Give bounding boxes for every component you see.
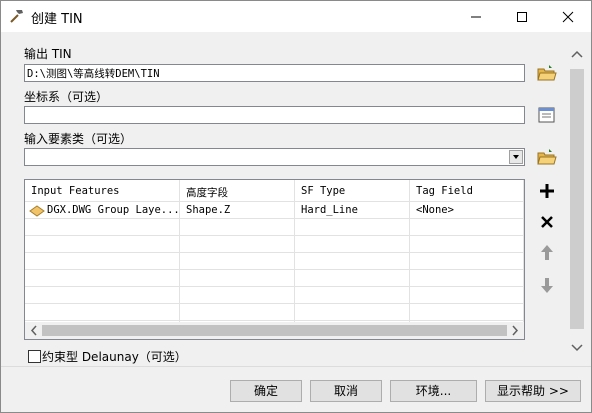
cancel-button[interactable]: 取消 — [310, 380, 382, 402]
empty-cell[interactable] — [25, 253, 180, 270]
column-header-height-field[interactable]: 高度字段 — [180, 180, 295, 202]
environments-button[interactable]: 环境... — [390, 380, 477, 402]
window-title: 创建 TIN — [31, 12, 83, 27]
column-header-input-features[interactable]: Input Features — [25, 180, 180, 202]
combo-dropdown-button[interactable] — [508, 149, 524, 165]
browse-input-button[interactable] — [536, 146, 558, 168]
dialog-content: 输出 TIN D:\测图\等高线转DEM\TIN 坐标系（可选） 输入要素类（可… — [1, 32, 591, 412]
horizontal-scrollbar[interactable] — [25, 322, 524, 339]
empty-cell[interactable] — [180, 270, 295, 287]
create-tin-dialog: 创建 TIN 输出 TIN D:\测图\等高线转DEM\TIN 坐标系（可选） — [0, 0, 592, 413]
plus-icon — [540, 184, 554, 198]
column-header-tag-field[interactable]: Tag Field — [410, 180, 524, 202]
constrained-delaunay-label: 约束型 Delaunay（可选） — [42, 350, 187, 364]
maximize-icon — [517, 12, 527, 22]
close-icon — [562, 11, 574, 23]
open-folder-icon — [537, 65, 557, 81]
scroll-right-icon[interactable] — [508, 322, 522, 339]
table-row-cell-sf-type[interactable]: Hard_Line — [295, 202, 410, 219]
table-row-cell-tag-field[interactable]: <None> — [410, 202, 524, 219]
vertical-scrollbar[interactable] — [568, 42, 586, 357]
layer-diamond-icon — [29, 205, 45, 217]
vertical-scroll-thumb[interactable] — [570, 69, 584, 329]
arrow-down-icon — [541, 278, 553, 293]
show-help-button[interactable]: 显示帮助 >> — [485, 380, 581, 402]
input-features-label: 输入要素类（可选） — [24, 132, 133, 146]
coordinate-system-input[interactable] — [24, 106, 525, 124]
add-row-button[interactable] — [536, 180, 558, 202]
table-cell-text: DGX.DWG Group Laye... — [47, 204, 180, 216]
empty-cell[interactable] — [180, 219, 295, 236]
empty-cell[interactable] — [180, 253, 295, 270]
chevron-down-icon — [513, 155, 519, 159]
empty-cell[interactable] — [295, 287, 410, 304]
empty-cell[interactable] — [180, 287, 295, 304]
column-header-sf-type[interactable]: SF Type — [295, 180, 410, 202]
empty-cell[interactable] — [295, 253, 410, 270]
empty-cell[interactable] — [295, 236, 410, 253]
move-up-button[interactable] — [536, 242, 558, 264]
browse-output-button[interactable] — [536, 62, 558, 84]
table-row-cell-input-features[interactable]: DGX.DWG Group Laye... — [25, 202, 180, 219]
empty-cell[interactable] — [295, 219, 410, 236]
spatial-reference-button[interactable] — [536, 104, 558, 126]
arrow-up-icon — [541, 245, 553, 260]
title-bar: 创建 TIN — [1, 1, 591, 32]
empty-cell[interactable] — [25, 270, 180, 287]
empty-cell[interactable] — [295, 270, 410, 287]
table-row-cell-height-field[interactable]: Shape.Z — [180, 202, 295, 219]
button-bar: 确定 取消 环境... 显示帮助 >> — [1, 366, 591, 412]
minimize-icon — [471, 16, 481, 18]
delete-x-icon — [541, 216, 553, 228]
empty-cell[interactable] — [25, 287, 180, 304]
ok-button[interactable]: 确定 — [230, 380, 302, 402]
empty-cell[interactable] — [410, 304, 524, 321]
empty-cell[interactable] — [180, 304, 295, 321]
maximize-button[interactable] — [499, 1, 545, 32]
empty-cell[interactable] — [410, 270, 524, 287]
empty-cell[interactable] — [410, 236, 524, 253]
coordinate-system-label: 坐标系（可选） — [24, 90, 109, 104]
move-down-button[interactable] — [536, 274, 558, 296]
open-folder-icon — [537, 149, 557, 165]
output-tin-label: 输出 TIN — [24, 47, 72, 61]
hammer-icon — [10, 10, 23, 23]
close-button[interactable] — [545, 1, 591, 32]
properties-icon — [538, 107, 555, 123]
empty-cell[interactable] — [295, 304, 410, 321]
empty-cell[interactable] — [410, 287, 524, 304]
scroll-left-icon[interactable] — [27, 322, 41, 339]
scroll-down-icon[interactable] — [568, 338, 586, 356]
remove-row-button[interactable] — [536, 211, 558, 233]
empty-cell[interactable] — [25, 219, 180, 236]
horizontal-scroll-thumb[interactable] — [42, 325, 507, 336]
empty-cell[interactable] — [25, 236, 180, 253]
minimize-button[interactable] — [453, 1, 499, 32]
output-tin-input[interactable]: D:\测图\等高线转DEM\TIN — [24, 64, 525, 82]
empty-cell[interactable] — [25, 304, 180, 321]
scroll-up-icon[interactable] — [568, 46, 586, 64]
empty-cell[interactable] — [180, 236, 295, 253]
constrained-delaunay-checkbox[interactable] — [28, 350, 41, 363]
empty-cell[interactable] — [410, 253, 524, 270]
input-features-combo[interactable] — [24, 148, 525, 166]
input-features-table: Input Features 高度字段 SF Type Tag Field DG… — [24, 179, 525, 340]
empty-cell[interactable] — [410, 219, 524, 236]
